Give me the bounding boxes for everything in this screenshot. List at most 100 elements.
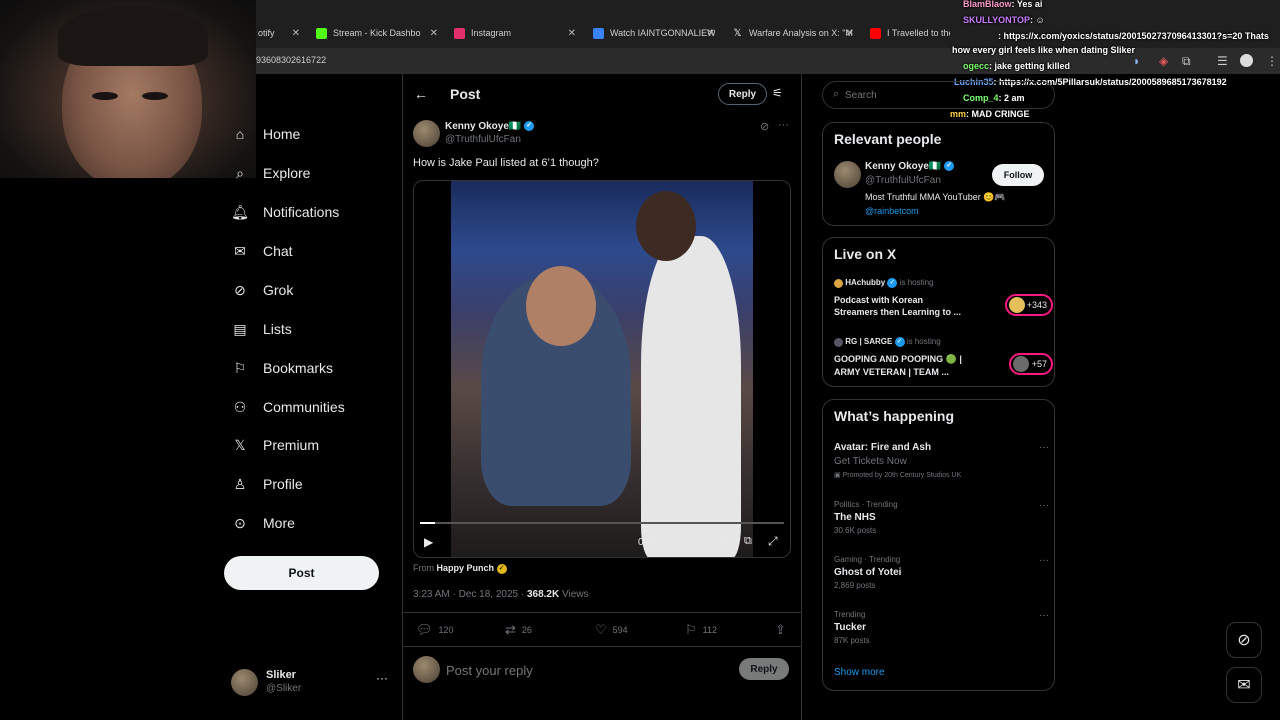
search-input[interactable] — [845, 86, 965, 104]
live-item[interactable]: RG | SARGE ✓ is hosting GOOPING AND POOP… — [834, 337, 1053, 383]
card-title: What’s happening — [834, 408, 955, 424]
nav-item-bookmarks[interactable]: ⚐ Bookmarks — [232, 356, 333, 380]
grok-explain-icon[interactable]: ⊘ — [760, 120, 769, 133]
video-progress-track[interactable] — [420, 522, 784, 524]
search-box[interactable]: ⌕ — [822, 81, 1055, 109]
bell-icon: 🔔︎ — [231, 203, 249, 220]
nav-item-explore[interactable]: ⌕ Explore — [232, 161, 310, 185]
close-tab-icon[interactable]: ✕ — [846, 28, 854, 39]
listener-avatar — [1013, 356, 1029, 372]
show-more-link[interactable]: Show more — [834, 667, 885, 678]
account-handle: @Sliker — [266, 683, 302, 694]
browser-tab[interactable]: I Travelled to the Most R — [870, 22, 950, 44]
post-meta: 3:23 AM · Dec 18, 2025 · 368.2K Views — [413, 589, 589, 600]
live-item[interactable]: HAchubby ✓ is hosting Podcast with Korea… — [834, 278, 1053, 324]
more-dots-icon[interactable]: ··· — [1039, 442, 1049, 453]
trend-item[interactable]: Gaming · Trending Ghost of Yotei 2,869 p… — [834, 555, 1049, 590]
play-icon[interactable]: ▶ — [424, 535, 433, 549]
listener-count-badge: +57 — [1009, 353, 1053, 375]
more-dots-icon[interactable]: ··· — [376, 671, 388, 685]
browser-tab[interactable]: Stream - Kick Dashbo ✕ — [316, 22, 438, 44]
person-handle[interactable]: @TruthfulUfcFan — [865, 175, 941, 186]
nav-item-communities[interactable]: ⚇ Communities — [232, 395, 345, 419]
relevant-people-card: Relevant people Kenny Okoye🇳🇬 ✓ @Truthfu… — [822, 122, 1055, 226]
x-logo-icon: 𝕏 — [733, 27, 742, 39]
bookmark-button[interactable]: ⚐ 112 — [685, 622, 717, 638]
share-button[interactable]: ⇪ — [775, 622, 792, 638]
webcam-overlay — [0, 0, 256, 178]
nav-item-lists[interactable]: ▤ Lists — [232, 317, 291, 341]
reply-input[interactable] — [446, 659, 726, 681]
nav-item-notifications[interactable]: 🔔︎ Notifications — [231, 200, 339, 224]
close-tab-icon[interactable]: ✕ — [292, 28, 300, 39]
repost-button[interactable]: ⇄ 26 — [505, 622, 532, 638]
like-button[interactable]: ♡ 594 — [595, 622, 628, 638]
youtube-icon — [870, 27, 881, 39]
video-player[interactable]: ▶ 0:01 / 0:24 🔈︎ ⚙ ⧉ ⤢ — [413, 180, 791, 558]
instagram-icon — [454, 27, 465, 39]
browser-tab[interactable]: Instagram ✕ — [454, 22, 576, 44]
promoted-trend[interactable]: Avatar: Fire and Ash Get Tickets Now ▣ P… — [834, 442, 1049, 479]
list-icon: ▤ — [233, 320, 247, 337]
verified-badge-icon: ✓ — [894, 337, 905, 347]
nav-item-profile[interactable]: ♙ Profile — [232, 472, 303, 496]
reply-header-button[interactable]: Reply — [718, 83, 767, 105]
person-name-row[interactable]: Kenny Okoye🇳🇬 ✓ — [865, 161, 955, 172]
gold-verified-badge-icon: ✓ — [496, 563, 507, 574]
post-button[interactable]: Post — [224, 556, 379, 590]
trend-item[interactable]: Trending Tucker 87K posts ··· — [834, 610, 1049, 645]
x-logo-icon: 𝕏 — [234, 436, 246, 453]
card-title: Relevant people — [834, 131, 942, 147]
url-text[interactable]: 93608302616722 — [256, 55, 326, 65]
close-tab-icon[interactable]: ✕ — [707, 28, 715, 39]
repost-icon: ⇄ — [505, 622, 516, 637]
bookmark-icon: ⚐ — [233, 359, 247, 376]
browser-tab[interactable]: Watch IAINTGONNALIEW ✕ — [593, 22, 715, 44]
browser-tab[interactable]: otify ✕ — [258, 22, 300, 44]
more-dots-icon[interactable]: ··· — [1039, 555, 1049, 566]
follow-button[interactable]: Follow — [992, 164, 1044, 186]
author-name-row[interactable]: Kenny Okoye🇳🇬 ✓ — [445, 121, 535, 132]
person-bio: Most Truthful MMA YouTuber 😊🎮 — [865, 192, 1006, 202]
divider — [403, 646, 801, 647]
card-title: Live on X — [834, 246, 897, 262]
promoted-icon: ▣ — [834, 472, 841, 479]
volume-icon[interactable]: 🔈︎ — [696, 536, 703, 549]
nav-item-more[interactable]: ⊙ More — [232, 511, 295, 535]
chat-message: how every girl feels like when dating Sl… — [952, 45, 1136, 55]
streamer-eye — [92, 92, 118, 100]
browser-tab[interactable]: 𝕏 Warfare Analysis on X: "M ✕ — [732, 22, 854, 44]
author-handle[interactable]: @TruthfulUfcFan — [445, 134, 521, 145]
fullscreen-icon[interactable]: ⤢ — [768, 534, 778, 549]
bookmark-icon: ⚐ — [685, 622, 697, 637]
fighter-left-head — [526, 266, 596, 346]
account-switcher[interactable]: Sliker @Sliker ··· — [231, 667, 396, 699]
nav-item-grok[interactable]: ⊘ Grok — [232, 278, 293, 302]
picture-in-picture-icon[interactable]: ⧉ — [744, 535, 752, 548]
close-tab-icon[interactable]: ✕ — [430, 28, 438, 39]
close-tab-icon[interactable]: ✕ — [568, 28, 576, 39]
trend-item[interactable]: Politics · Trending The NHS 30.6K posts … — [834, 500, 1049, 535]
settings-gear-icon[interactable]: ⚙ — [720, 535, 731, 549]
nav-item-home[interactable]: ⌂ Home — [232, 122, 301, 146]
more-dots-icon[interactable]: ··· — [1039, 500, 1049, 511]
live-on-x-card: Live on X HAchubby ✓ is hosting Podcast … — [822, 237, 1055, 387]
filter-settings-icon[interactable]: ⚟ — [772, 86, 783, 100]
back-arrow-icon[interactable]: ← — [414, 86, 428, 102]
person-avatar[interactable] — [834, 161, 861, 188]
account-avatar — [231, 669, 258, 696]
reply-count-button[interactable]: 💬︎ 120 — [416, 622, 454, 638]
people-icon: ⚇ — [233, 398, 247, 415]
bio-link[interactable]: @rainbetcom — [865, 206, 919, 216]
search-icon: ⌕ — [833, 88, 840, 100]
reply-avatar — [413, 656, 440, 683]
author-avatar[interactable] — [413, 120, 440, 147]
more-dots-icon[interactable]: ··· — [1039, 610, 1049, 621]
share-icon: ⇪ — [775, 622, 786, 637]
more-dots-icon[interactable]: ··· — [778, 119, 789, 131]
grok-float-icon[interactable]: ⊘ — [1226, 622, 1262, 658]
reply-submit-button[interactable]: Reply — [739, 658, 789, 680]
nav-item-chat[interactable]: ✉ Chat — [232, 239, 292, 263]
nav-item-premium[interactable]: 𝕏 Premium — [232, 433, 319, 457]
messages-float-icon[interactable]: ✉ — [1226, 667, 1262, 703]
